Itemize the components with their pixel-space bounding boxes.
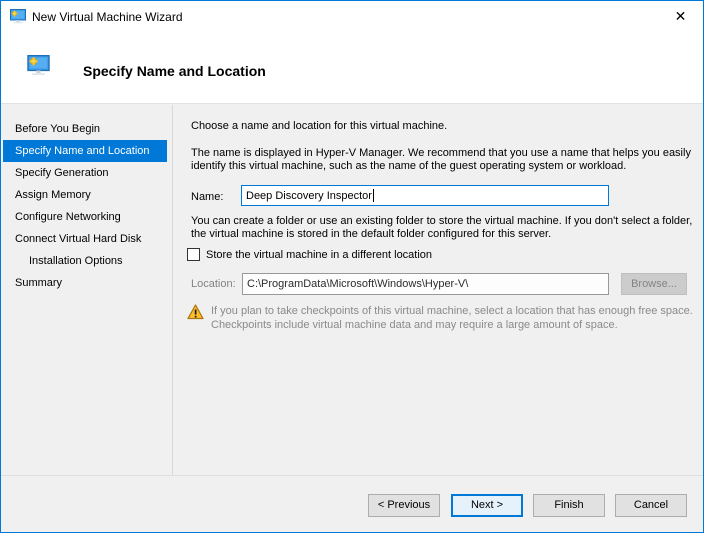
sidebar-item-specify-generation[interactable]: Specify Generation — [1, 162, 172, 184]
sidebar-item-connect-virtual-hard-disk[interactable]: Connect Virtual Hard Disk — [1, 228, 172, 250]
sidebar-item-specify-name-and-location[interactable]: Specify Name and Location — [3, 140, 167, 162]
sidebar-item-installation-options[interactable]: Installation Options — [1, 250, 172, 272]
store-different-location-checkbox[interactable] — [187, 248, 200, 261]
close-button[interactable]: ✕ — [658, 1, 703, 31]
name-label: Name: — [191, 191, 223, 204]
wizard-steps-sidebar: Before You Begin Specify Name and Locati… — [1, 105, 173, 475]
text-cursor — [373, 189, 374, 202]
warning-icon — [187, 304, 204, 323]
store-different-location-checkbox-row: Store the virtual machine in a different… — [187, 248, 432, 261]
new-vm-wizard-window: New Virtual Machine Wizard ✕ Specify Nam… — [0, 0, 704, 533]
header-zone: New Virtual Machine Wizard ✕ Specify Nam… — [1, 1, 703, 104]
vm-wizard-app-icon — [10, 9, 26, 27]
location-input[interactable]: C:\ProgramData\Microsoft\Windows\Hyper-V… — [242, 273, 609, 295]
window-title: New Virtual Machine Wizard — [32, 10, 183, 24]
sidebar-item-assign-memory[interactable]: Assign Memory — [1, 184, 172, 206]
next-button[interactable]: Next > — [451, 494, 523, 517]
wizard-page-icon — [27, 55, 50, 79]
name-help-text: The name is displayed in Hyper-V Manager… — [191, 147, 699, 173]
sidebar-item-before-you-begin[interactable]: Before You Begin — [1, 118, 172, 140]
cancel-button[interactable]: Cancel — [615, 494, 687, 517]
button-bar-separator — [1, 475, 703, 476]
intro-text: Choose a name and location for this virt… — [191, 120, 701, 133]
titlebar: New Virtual Machine Wizard ✕ — [1, 1, 703, 32]
sidebar-item-configure-networking[interactable]: Configure Networking — [1, 206, 172, 228]
page-title: Specify Name and Location — [83, 63, 266, 79]
sidebar-item-summary[interactable]: Summary — [1, 272, 172, 294]
location-label: Location: — [191, 278, 236, 291]
name-input-value: Deep Discovery Inspector — [246, 190, 372, 202]
store-different-location-label: Store the virtual machine in a different… — [206, 249, 432, 261]
name-input[interactable]: Deep Discovery Inspector — [241, 185, 609, 206]
folder-help-text: You can create a folder or use an existi… — [191, 215, 704, 241]
browse-button[interactable]: Browse... — [621, 273, 687, 295]
previous-button[interactable]: < Previous — [368, 494, 440, 517]
location-input-value: C:\ProgramData\Microsoft\Windows\Hyper-V… — [247, 278, 468, 290]
finish-button[interactable]: Finish — [533, 494, 605, 517]
close-icon: ✕ — [675, 8, 687, 25]
warning-text: If you plan to take checkpoints of this … — [211, 304, 697, 332]
